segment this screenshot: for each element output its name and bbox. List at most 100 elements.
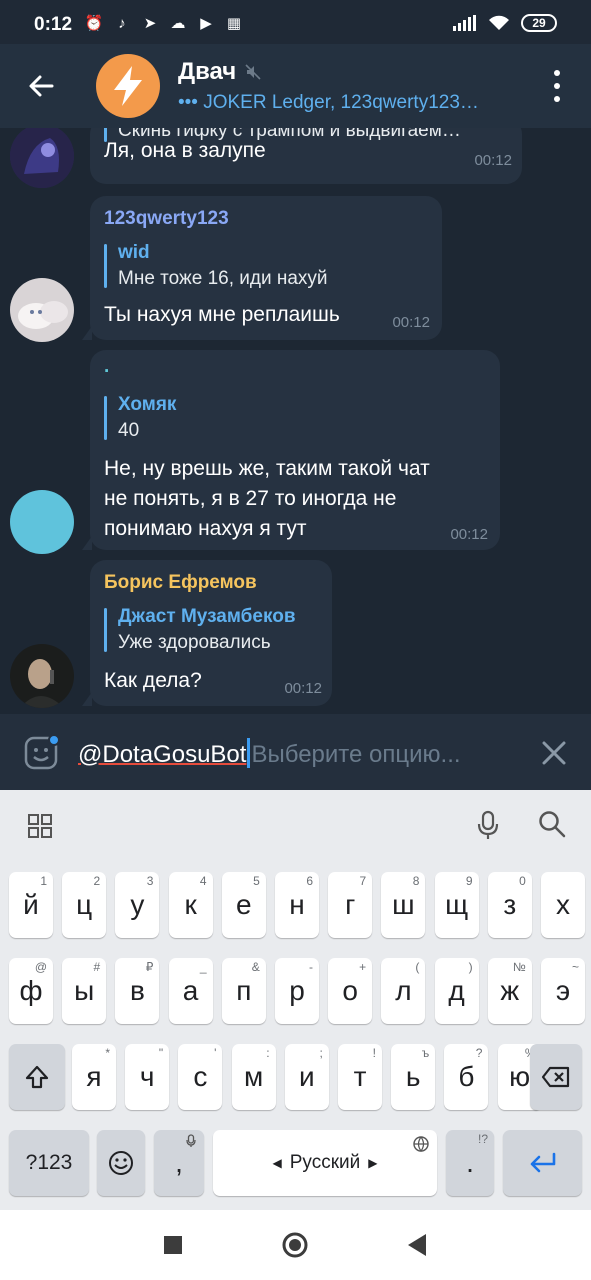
message-input[interactable]: @DotaGosuBot Выберите опцию... — [78, 738, 461, 769]
reply-quote[interactable]: Хомяк 40 — [104, 394, 474, 442]
period-key[interactable]: .!? — [446, 1130, 494, 1196]
key-hint: 8 — [412, 874, 420, 888]
key-я[interactable]: я * — [72, 1044, 116, 1110]
key-щ[interactable]: щ9 — [434, 872, 479, 938]
status-bar: 0:12 ⏰ ♪ ➤ ☁ ▶ ▦ 29 — [0, 0, 591, 44]
comma-key[interactable]: , — [154, 1130, 204, 1196]
key-б[interactable]: б? — [444, 1044, 489, 1110]
grid-icon[interactable] — [28, 814, 52, 838]
key-к[interactable]: к4 — [168, 872, 213, 938]
youtube-icon: ▶ — [200, 15, 212, 32]
key-hint: " — [158, 1046, 164, 1060]
signal-icon — [453, 15, 476, 31]
chat-title: Двач — [178, 58, 237, 85]
microphone-icon[interactable] — [476, 810, 500, 840]
emoji-key[interactable] — [97, 1130, 145, 1196]
key-ж[interactable]: ж № — [487, 958, 532, 1024]
chat-avatar[interactable] — [96, 54, 160, 118]
avatar[interactable] — [10, 644, 74, 708]
message-list[interactable]: Скинь гифку с трампом и выдвигаем… Ля, о… — [0, 128, 591, 714]
key-ф[interactable]: ф @ — [9, 958, 53, 1024]
reply-text: Уже здоровались — [118, 632, 271, 653]
key-label: т — [353, 1061, 367, 1092]
sender-name[interactable]: Борис Ефремов — [104, 572, 257, 594]
key-ч[interactable]: ч " — [125, 1044, 170, 1110]
back-arrow-icon[interactable] — [24, 68, 60, 104]
key-ь[interactable]: ьъ — [391, 1044, 436, 1110]
key-о[interactable]: о + — [328, 958, 373, 1024]
text-caret — [247, 738, 251, 768]
key-label: я — [86, 1061, 102, 1092]
status-time: 0:12 — [34, 14, 73, 35]
key-д[interactable]: д) — [434, 958, 479, 1024]
key-label: й — [23, 889, 39, 920]
muted-icon — [245, 64, 261, 80]
key-п[interactable]: п & — [221, 958, 266, 1024]
space-key[interactable]: ◀ Русский ▶ — [213, 1130, 437, 1196]
key-х[interactable]: х — [541, 872, 585, 938]
key-hint: + — [359, 960, 367, 974]
more-options-icon[interactable] — [553, 70, 561, 102]
sender-name[interactable]: 123qwerty123 — [104, 208, 229, 230]
space-label: Русский — [289, 1152, 361, 1173]
key-з[interactable]: з0 — [487, 872, 532, 938]
close-icon[interactable] — [541, 740, 567, 766]
avatar[interactable] — [10, 278, 74, 342]
input-placeholder: Выберите опцию... — [251, 741, 461, 768]
key-в[interactable]: в ₽ — [115, 958, 160, 1024]
key-ш[interactable]: ш8 — [381, 872, 426, 938]
reply-quote[interactable]: wid Мне тоже 16, иди нахуй — [104, 242, 424, 290]
key-label: ж — [500, 975, 520, 1006]
avatar[interactable] — [10, 490, 74, 554]
key-т[interactable]: т! — [338, 1044, 382, 1110]
key-и[interactable]: и; — [284, 1044, 329, 1110]
sender-name[interactable]: . — [104, 356, 109, 378]
key-а[interactable]: а _ — [168, 958, 213, 1024]
message-time: 00:12 — [392, 314, 430, 331]
key-hint: 3 — [146, 874, 154, 888]
key-у[interactable]: у3 — [115, 872, 160, 938]
telegram-icon: ➤ — [143, 15, 157, 32]
key-label: в — [129, 975, 145, 1006]
message-bubble[interactable]: . Хомяк 40 Не, ну врешь же, таким такой … — [82, 350, 500, 550]
message-bubble[interactable]: Скинь гифку с трампом и выдвигаем… Ля, о… — [90, 128, 522, 184]
key-hint: : — [266, 1046, 270, 1060]
chat-title-row[interactable]: Двач — [178, 58, 262, 86]
key-hint: ! — [372, 1046, 376, 1060]
message-bubble[interactable]: 123qwerty123 wid Мне тоже 16, иди нахуй … — [82, 196, 442, 340]
recents-icon[interactable] — [164, 1236, 182, 1254]
key-label: ю — [509, 1061, 531, 1092]
symbols-key[interactable]: ?123 — [9, 1130, 89, 1196]
key-ы[interactable]: ы # — [62, 958, 107, 1024]
avatar[interactable] — [10, 128, 74, 188]
search-icon[interactable] — [538, 810, 566, 838]
key-м[interactable]: м: — [231, 1044, 276, 1110]
key-ц[interactable]: ц2 — [62, 872, 107, 938]
reply-quote[interactable]: Джаст Музамбеков Уже здоровались — [104, 606, 326, 654]
shift-key[interactable] — [9, 1044, 65, 1110]
enter-key[interactable] — [503, 1130, 582, 1196]
key-й[interactable]: й1 — [9, 872, 53, 938]
home-icon[interactable] — [282, 1232, 308, 1258]
key-label: ?123 — [25, 1151, 73, 1174]
key-hint: ₽ — [145, 960, 154, 974]
key-с[interactable]: с ' — [178, 1044, 223, 1110]
notification-icons: ⏰ ♪ ➤ ☁ ▶ ▦ — [84, 14, 244, 33]
back-icon[interactable] — [408, 1234, 426, 1256]
key-label: д — [448, 975, 465, 1006]
message-text: Ты нахуя мне реплаишь — [104, 303, 340, 326]
message-bubble[interactable]: Борис Ефремов Джаст Музамбеков Уже здоро… — [82, 560, 332, 706]
message-time: 00:12 — [450, 526, 488, 543]
backspace-key[interactable] — [530, 1044, 582, 1110]
key-г[interactable]: г7 — [328, 872, 373, 938]
key-label: р — [289, 975, 305, 1006]
key-р[interactable]: р- — [275, 958, 319, 1024]
key-л[interactable]: л( — [381, 958, 426, 1024]
alarm-icon: ⏰ — [84, 15, 104, 32]
key-н[interactable]: н6 — [275, 872, 319, 938]
reply-text: 40 — [118, 420, 140, 441]
key-hint: - — [309, 960, 313, 974]
key-е[interactable]: е5 — [221, 872, 266, 938]
key-э[interactable]: э ~ — [541, 958, 585, 1024]
key-label: б — [458, 1061, 475, 1092]
